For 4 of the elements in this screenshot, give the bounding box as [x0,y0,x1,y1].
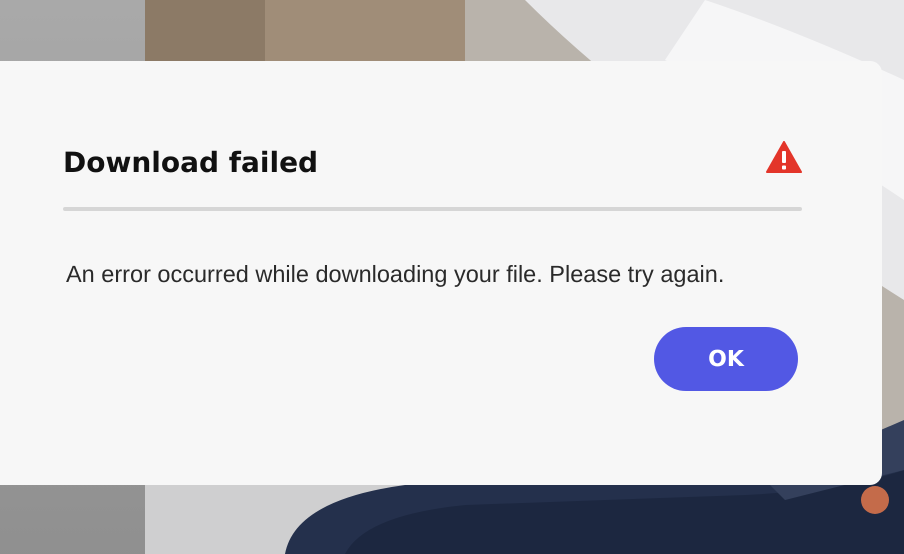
ok-button[interactable]: OK [654,327,798,391]
dialog-title: Download failed [63,145,318,181]
warning-icon [766,141,802,173]
dialog-message: An error occurred while downloading your file. Please try again. [66,260,726,289]
